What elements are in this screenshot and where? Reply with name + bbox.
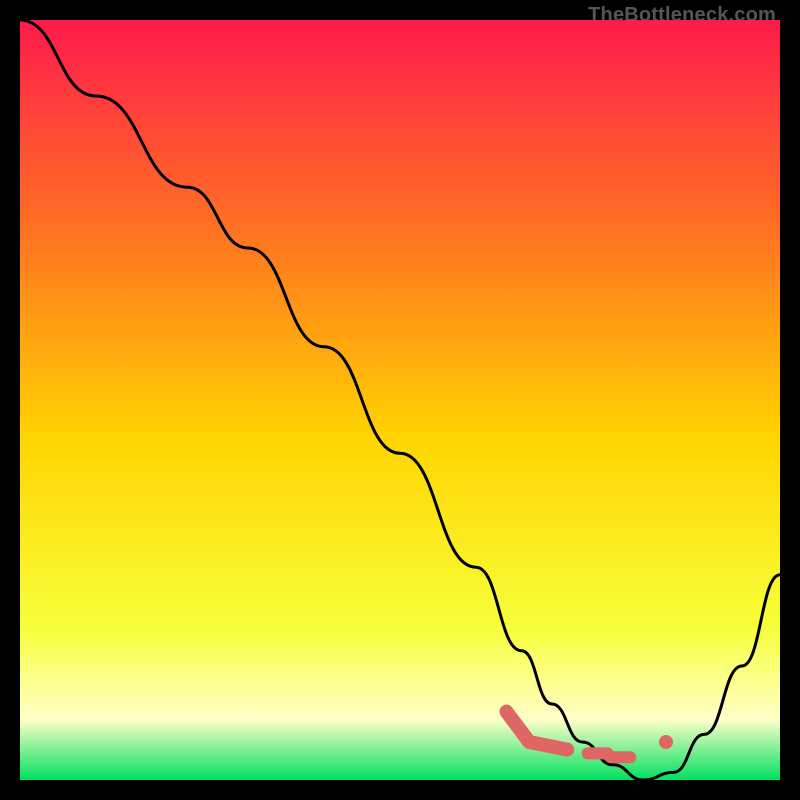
- gradient-background: [20, 20, 780, 780]
- bottleneck-chart: [20, 20, 780, 780]
- marker-dot: [659, 735, 673, 749]
- chart-frame: [20, 20, 780, 780]
